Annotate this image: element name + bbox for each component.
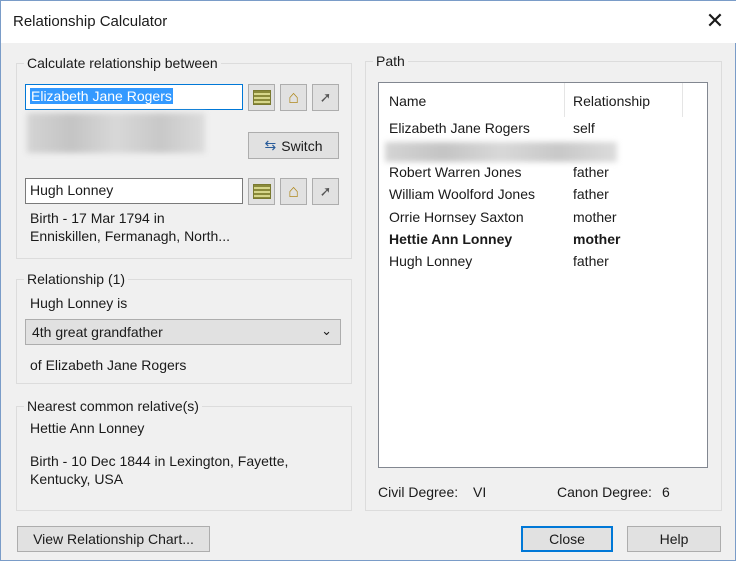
home-icon: ⌂ xyxy=(288,87,299,107)
row-rel: self xyxy=(573,120,595,136)
person2-pointer-button[interactable]: ➚ xyxy=(312,178,339,205)
switch-label: Switch xyxy=(281,137,323,154)
list-item[interactable]: Elizabeth Jane Rogers self xyxy=(389,120,709,142)
row-name: William Woolford Jones xyxy=(389,186,536,202)
index-icon xyxy=(252,90,271,105)
civil-degree-label: Civil Degree: xyxy=(378,484,459,500)
view-relationship-chart-button[interactable]: View Relationship Chart... xyxy=(17,526,210,552)
close-button[interactable]: Close xyxy=(521,526,613,552)
person2-input[interactable]: Hugh Lonney xyxy=(25,178,243,204)
list-item[interactable]: Hugh Lonney father xyxy=(389,253,709,275)
window-title: Relationship Calculator xyxy=(13,13,168,30)
person2-home-button[interactable]: ⌂ xyxy=(280,178,307,205)
row-name: Elizabeth Jane Rogers xyxy=(389,120,530,136)
person1-details-redacted xyxy=(27,113,205,153)
canon-degree-value: 6 xyxy=(662,484,670,500)
pointer-icon: ➚ xyxy=(319,183,332,199)
person1-home-button[interactable]: ⌂ xyxy=(280,84,307,111)
person2-birth-place: Enniskillen, Fermanagh, North... xyxy=(30,228,230,244)
row-rel: father xyxy=(573,253,609,269)
civil-degree-value: VI xyxy=(473,484,487,500)
list-item[interactable]: Orrie Hornsey Saxton mother xyxy=(389,209,709,231)
path-legend: Path xyxy=(373,53,408,69)
column-name[interactable]: Name xyxy=(389,93,426,109)
close-window-button[interactable]: ✕ xyxy=(701,7,729,35)
row-rel: father xyxy=(573,186,609,202)
relationship-selected: 4th great grandfather xyxy=(32,324,163,340)
switch-icon: ⇆ xyxy=(264,137,277,153)
person2-index-button[interactable] xyxy=(248,178,275,205)
nearest-name: Hettie Ann Lonney xyxy=(30,420,145,436)
person2-birth: Birth - 17 Mar 1794 in xyxy=(30,210,165,226)
row-name: Hettie Ann Lonney xyxy=(389,231,513,247)
index-icon xyxy=(252,184,271,199)
row-name: Robert Warren Jones xyxy=(389,164,522,180)
relationship-subject: Hugh Lonney is xyxy=(30,295,128,311)
row-rel: father xyxy=(573,164,609,180)
row-name: Hugh Lonney xyxy=(389,253,473,269)
canon-degree-label: Canon Degree: xyxy=(557,484,652,500)
relationship-object: of Elizabeth Jane Rogers xyxy=(30,357,187,373)
list-item-redacted[interactable] xyxy=(385,142,617,162)
row-rel: mother xyxy=(573,231,621,247)
column-relationship[interactable]: Relationship xyxy=(573,93,650,109)
header-divider xyxy=(564,83,565,117)
path-list[interactable]: Name Relationship Elizabeth Jane Rogers s… xyxy=(378,82,708,468)
pointer-icon: ➚ xyxy=(319,89,332,105)
person1-input[interactable]: Elizabeth Jane Rogers xyxy=(25,84,243,110)
nearest-birth: Birth - 10 Dec 1844 in Lexington, Fayett… xyxy=(30,453,289,487)
person1-pointer-button[interactable]: ➚ xyxy=(312,84,339,111)
help-button[interactable]: Help xyxy=(627,526,721,552)
relationship-select[interactable]: 4th great grandfather ⌄ xyxy=(25,319,341,345)
row-name: Orrie Hornsey Saxton xyxy=(389,209,524,225)
nearest-legend: Nearest common relative(s) xyxy=(24,398,202,414)
list-item[interactable]: Robert Warren Jones father xyxy=(389,164,709,186)
relationship-legend: Relationship (1) xyxy=(24,271,129,287)
person1-index-button[interactable] xyxy=(248,84,275,111)
chevron-down-icon: ⌄ xyxy=(321,323,332,338)
calculate-legend: Calculate relationship between xyxy=(24,55,221,71)
row-rel: mother xyxy=(573,209,617,225)
home-icon: ⌂ xyxy=(288,181,299,201)
list-item-common-relative[interactable]: Hettie Ann Lonney mother xyxy=(389,231,709,253)
list-item[interactable]: William Woolford Jones father xyxy=(389,186,709,208)
switch-button[interactable]: ⇆ Switch xyxy=(248,132,339,159)
